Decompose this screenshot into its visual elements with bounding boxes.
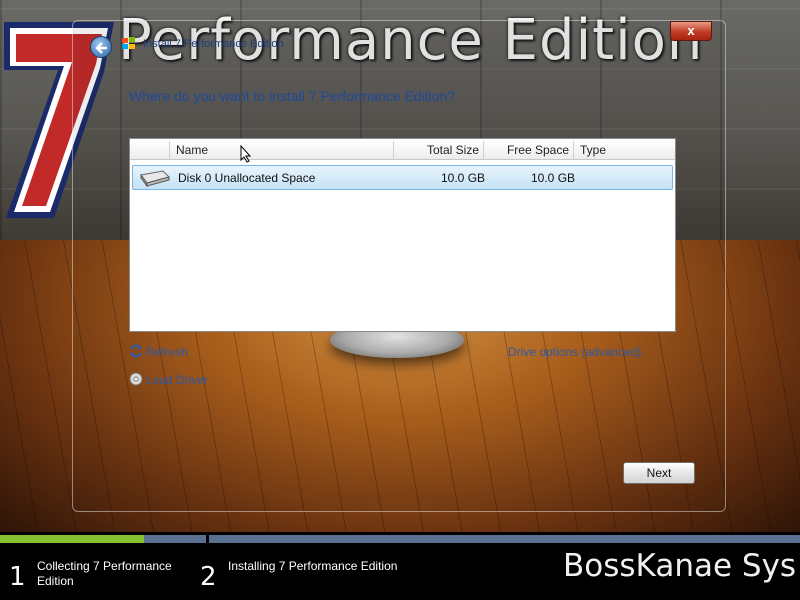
cd-icon: [129, 372, 143, 386]
back-arrow-icon: [95, 42, 107, 54]
footer-brand: BossKanae Sys: [563, 548, 797, 584]
back-button[interactable]: [90, 36, 112, 58]
drive-options-link[interactable]: Drive options (advanced): [508, 345, 641, 359]
progress-fill: [0, 535, 144, 543]
row-free-space: 10.0 GB: [531, 171, 576, 185]
step-1-number: 1: [9, 562, 26, 592]
refresh-link[interactable]: Refresh: [146, 345, 188, 359]
row-total-size: 10.0 GB: [441, 171, 486, 185]
install-location-question: Where do you want to install 7 Performan…: [129, 88, 456, 104]
column-header-icon: [130, 141, 170, 160]
progress-track: [0, 535, 800, 543]
column-header-free-space[interactable]: Free Space: [484, 141, 574, 160]
progress-step-divider: [206, 535, 209, 543]
step-2-label: Installing 7 Performance Edition: [228, 559, 398, 573]
column-header-name[interactable]: Name: [170, 141, 394, 160]
column-header-total-size[interactable]: Total Size: [394, 141, 484, 160]
step-2-number: 2: [200, 562, 217, 592]
step-1-label: Collecting 7 Performance Edition: [37, 559, 172, 588]
partition-table[interactable]: Name Total Size Free Space Type Disk 0 U…: [129, 138, 676, 332]
disk-drive-icon: [140, 170, 170, 187]
close-icon: x: [687, 23, 695, 38]
table-row[interactable]: Disk 0 Unallocated Space 10.0 GB 10.0 GB: [132, 165, 673, 190]
mouse-pointer-icon: [240, 145, 252, 163]
load-driver-link[interactable]: Load Driver: [146, 373, 208, 387]
table-header: Name Total Size Free Space Type: [130, 141, 675, 160]
column-header-type[interactable]: Type: [574, 141, 675, 160]
windows-flag-icon: [122, 37, 135, 49]
next-button[interactable]: Next: [623, 462, 695, 484]
window-caption: Install 7 Performance Edition: [143, 38, 284, 50]
close-button[interactable]: x: [670, 21, 712, 41]
refresh-icon: [130, 344, 142, 358]
row-name: Disk 0 Unallocated Space: [178, 171, 316, 185]
